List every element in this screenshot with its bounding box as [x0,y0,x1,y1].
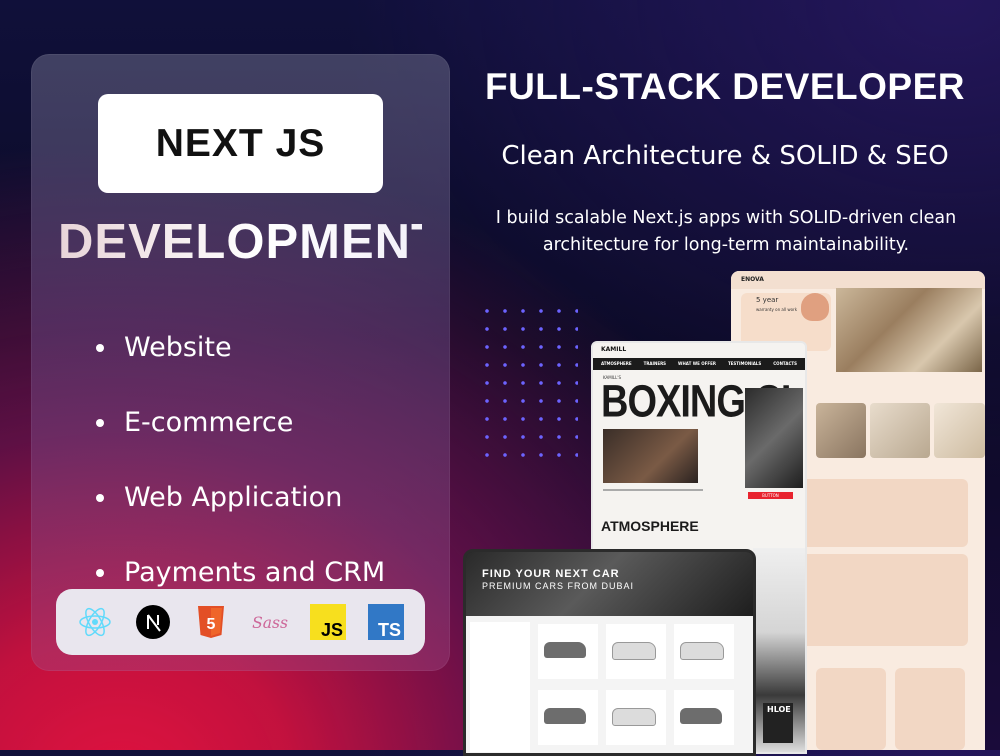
car-card [538,690,598,745]
car-image [544,642,586,658]
svg-text:JS: JS [321,620,343,640]
bullet-icon [96,568,104,577]
shield-icon [801,293,829,321]
service-label: Website [124,332,232,363]
html5-icon: 5 [192,603,230,641]
mockup-logo: ENOVA [741,276,764,283]
service-label: E-commerce [124,407,294,438]
mockup-image: HLOE [763,703,793,743]
description: I build scalable Next.js apps with SOLID… [462,205,990,259]
car-card [606,624,666,679]
services-list: Website E-commerce Web Application Payme… [96,310,385,610]
list-item: E-commerce [96,385,385,460]
svg-text:TS: TS [378,620,401,640]
mockup-text-lines [603,489,703,491]
bullet-icon [96,418,104,427]
mockup-button: BUTTON [748,492,793,499]
car-card [674,690,734,745]
car-card [538,624,598,679]
car-image [544,708,586,724]
development-heading: DEVELOPMENT [58,215,442,269]
description-line: I build scalable Next.js apps with SOLID… [495,208,957,228]
nav-item: ATMOSPHERE [601,361,632,366]
thumbnail [816,403,866,458]
car-card [606,690,666,745]
svg-text:5: 5 [207,616,216,633]
car-image [680,642,724,660]
nav-item: WHAT WE OFFER [678,361,716,366]
mockup-section-title: ATMOSPHERE [601,518,699,534]
nav-item: CONTACTS [773,361,797,366]
page-title: FULL-STACK DEVELOPER [484,66,966,107]
mockup-hero-image [836,288,982,372]
mockup-button-label: BUTTON [762,493,779,498]
mockup-image [603,429,698,483]
list-item: Website [96,310,385,385]
mockup-subtitle: PREMIUM CARS FROM DUBAI [482,581,635,591]
tech-stack-bar: 5 Sass JS TS [56,589,425,655]
dot-grid-decoration [478,302,578,462]
warranty-text: warranty on all work [756,307,798,312]
car-card [674,624,734,679]
car-image [680,708,722,724]
typescript-icon: TS [367,603,405,641]
bullet-icon [96,343,104,352]
nextjs-badge: NEXT JS [98,94,383,193]
mockup-logo: KAMILL [601,346,627,353]
service-label: Web Application [124,482,343,513]
mockup-label: HLOE [767,705,791,714]
nav-item: TESTIMONIALS [727,361,762,366]
description-line: architecture for long-term maintainabili… [542,235,910,255]
nextjs-badge-label: NEXT JS [155,121,326,165]
car-image [612,642,656,660]
javascript-icon: JS [309,603,347,641]
service-label: Payments and CRM [124,557,386,588]
warranty-years: 5 year [756,296,779,304]
mockup-image [745,388,803,488]
react-icon [76,603,114,641]
list-item: Web Application [96,460,385,535]
mockup-card [895,668,965,750]
mockup-nav: ATMOSPHERE TRAINERS WHAT WE OFFER TESTIM… [593,358,805,370]
nextjs-icon [134,603,172,641]
mockup-nav: ENOVA [731,271,985,289]
sass-icon: Sass [251,603,289,641]
thumbnail [934,403,985,458]
bullet-icon [96,493,104,502]
page-subtitle: Clean Architecture & SOLID & SEO [501,141,949,171]
mockup-thumbnails [816,403,985,458]
mockup-title: FIND YOUR NEXT CAR [482,568,620,580]
nav-item: TRAINERS [643,361,667,366]
car-site-mockup: FIND YOUR NEXT CAR PREMIUM CARS FROM DUB… [463,549,756,756]
thumbnail [870,403,930,458]
mockup-filters [470,622,530,752]
car-image [612,708,656,726]
svg-text:Sass: Sass [252,614,288,632]
mockup-card [816,668,886,750]
